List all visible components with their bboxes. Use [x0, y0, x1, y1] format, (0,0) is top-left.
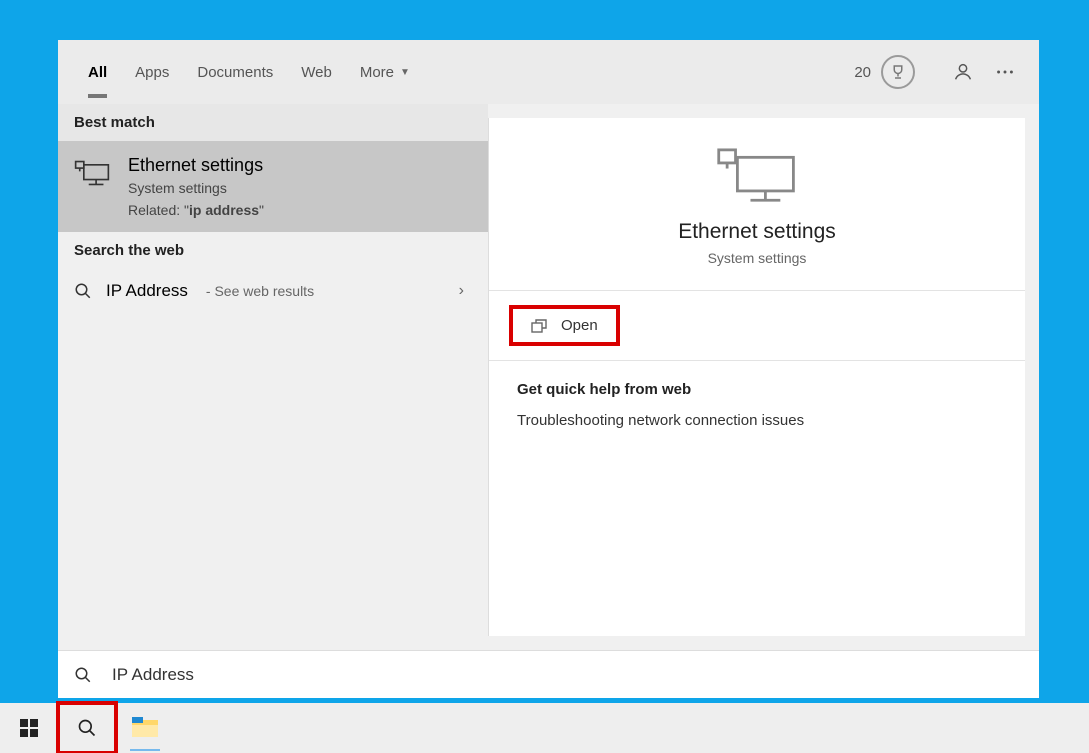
tab-web[interactable]: Web [287, 40, 346, 104]
tab-all[interactable]: All [74, 40, 121, 104]
results-column: Best match Ethernet settings System sett… [58, 104, 488, 650]
preview-subtitle: System settings [509, 250, 1005, 266]
tab-more[interactable]: More ▼ [346, 40, 424, 104]
ethernet-settings-large-icon [712, 148, 802, 204]
best-match-title: Ethernet settings [128, 155, 264, 176]
account-icon[interactable] [945, 54, 981, 90]
search-tabs: All Apps Documents Web More ▼ 20 [58, 40, 1039, 104]
chevron-down-icon: ▼ [400, 67, 410, 78]
start-button[interactable] [0, 703, 58, 753]
tab-apps-label: Apps [135, 64, 169, 81]
best-match-header: Best match [58, 104, 488, 141]
tab-documents[interactable]: Documents [183, 40, 287, 104]
open-button-label: Open [561, 317, 598, 334]
best-match-result[interactable]: Ethernet settings System settings Relate… [58, 141, 488, 232]
tab-web-label: Web [301, 64, 332, 81]
search-input[interactable] [112, 665, 1023, 685]
preview-panel: Ethernet settings System settings Open G… [488, 118, 1025, 636]
search-icon [74, 666, 92, 684]
search-icon [74, 282, 92, 300]
best-match-subtitle: System settings [128, 180, 264, 196]
open-button[interactable]: Open [509, 305, 620, 346]
rewards-count: 20 [854, 64, 871, 81]
best-match-related: Related: "ip address" [128, 202, 264, 218]
tab-apps[interactable]: Apps [121, 40, 183, 104]
preview-title: Ethernet settings [509, 220, 1005, 244]
tab-all-label: All [88, 64, 107, 81]
web-search-result[interactable]: IP Address - See web results › [58, 269, 488, 313]
quick-help-title: Get quick help from web [517, 381, 997, 398]
ethernet-settings-icon [74, 159, 110, 187]
search-bar [58, 650, 1039, 698]
windows-search-panel: All Apps Documents Web More ▼ 20 Best mat… [58, 40, 1039, 698]
file-explorer-icon [132, 717, 158, 739]
search-web-header: Search the web [58, 232, 488, 269]
open-external-icon [531, 319, 547, 333]
tab-documents-label: Documents [197, 64, 273, 81]
rewards-trophy-icon[interactable] [881, 55, 915, 89]
windows-logo-icon [20, 719, 38, 737]
search-icon [77, 718, 97, 738]
file-explorer-button[interactable] [116, 703, 174, 753]
taskbar [0, 703, 1089, 753]
troubleshoot-link[interactable]: Troubleshooting network connection issue… [517, 412, 997, 429]
web-search-see-results: - See web results [206, 283, 314, 299]
web-search-query: IP Address [106, 281, 188, 301]
tab-more-label: More [360, 64, 394, 81]
more-options-icon[interactable] [987, 54, 1023, 90]
chevron-right-icon: › [459, 282, 472, 300]
taskbar-search-button[interactable] [58, 703, 116, 753]
